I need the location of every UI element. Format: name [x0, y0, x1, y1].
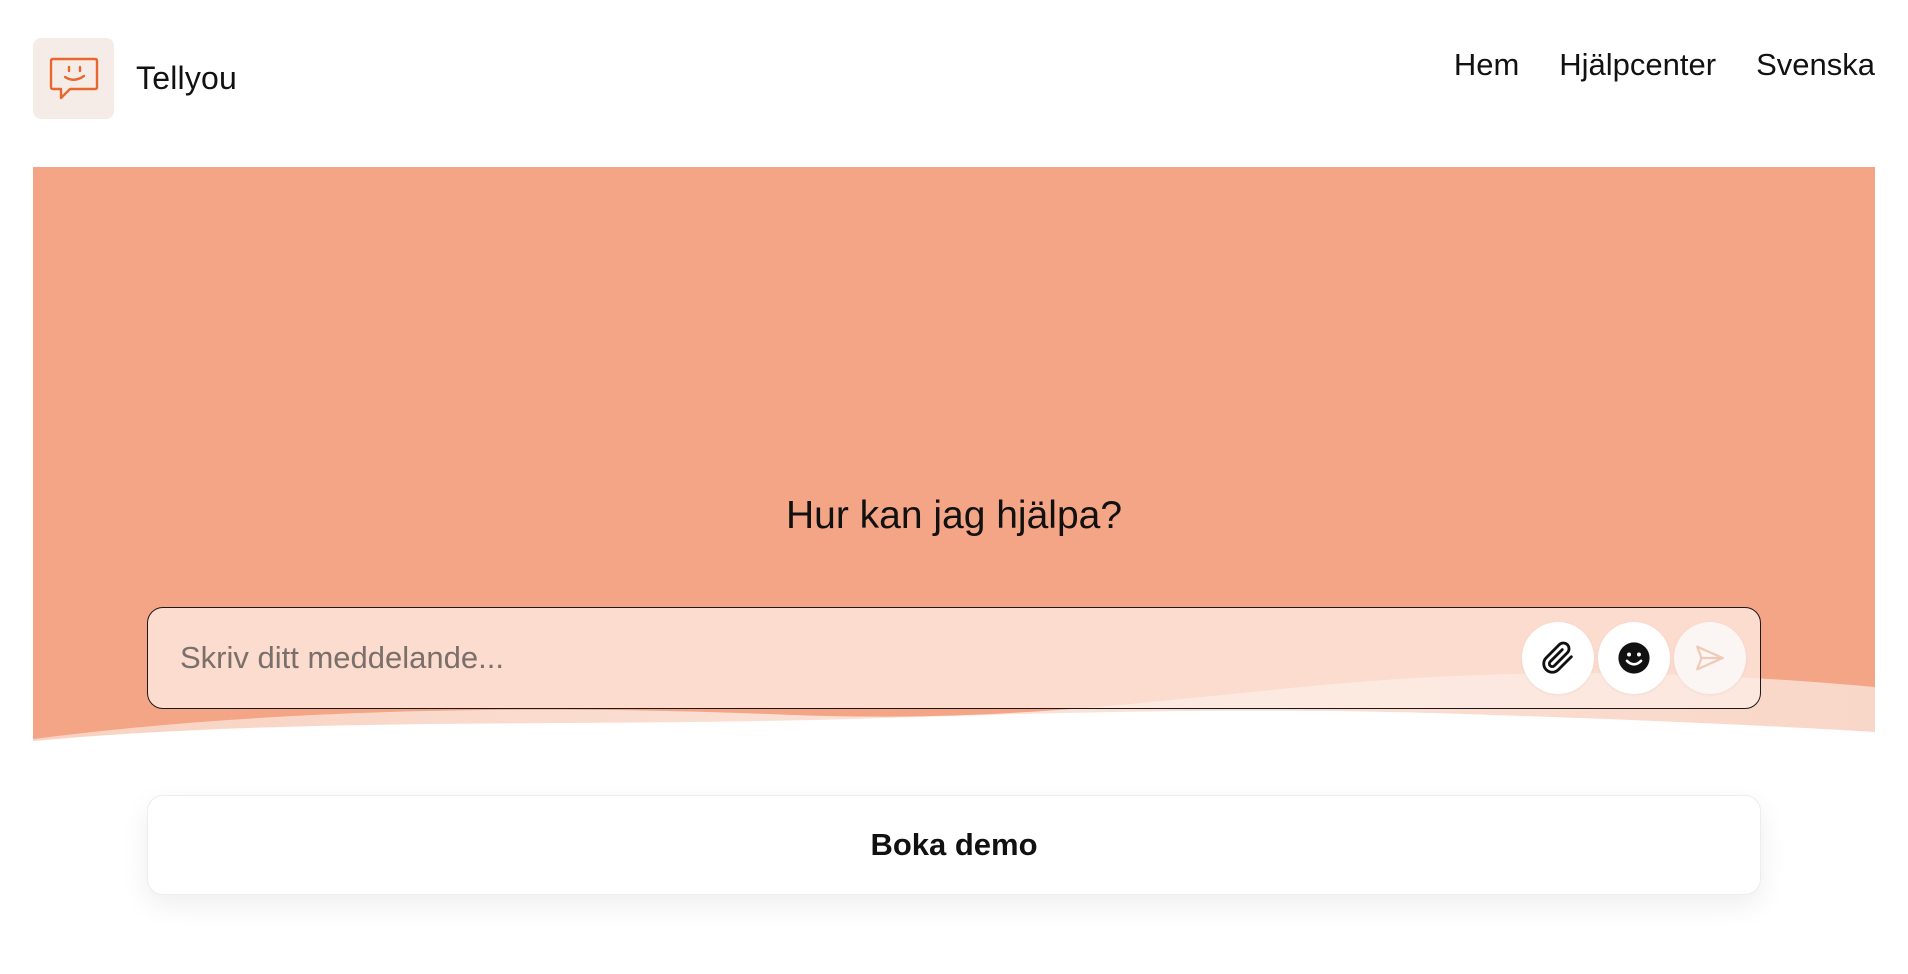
- paperclip-icon: [1542, 641, 1573, 674]
- send-button[interactable]: [1674, 622, 1746, 694]
- chat-composer: [147, 607, 1761, 709]
- smiley-icon: [1618, 642, 1650, 674]
- brand-name: Tellyou: [136, 60, 238, 96]
- brand[interactable]: Tellyou: [33, 38, 237, 119]
- book-demo-button[interactable]: Boka demo: [147, 795, 1761, 895]
- nav-item-hjalpcenter[interactable]: Hjälpcenter: [1559, 47, 1716, 83]
- chat-bubble-smile-icon: [49, 57, 98, 99]
- attach-button[interactable]: [1522, 622, 1594, 694]
- hero-title: Hur kan jag hjälpa?: [785, 494, 1123, 537]
- emoji-button[interactable]: [1598, 622, 1670, 694]
- logo[interactable]: [33, 38, 114, 119]
- page: Tellyou Hem Hjälpcenter Svenska Hur kan …: [0, 0, 1908, 974]
- nav-item-hem[interactable]: Hem: [1454, 47, 1519, 83]
- nav-item-language[interactable]: Svenska: [1756, 47, 1875, 83]
- message-input[interactable]: [148, 608, 1522, 708]
- header: Tellyou Hem Hjälpcenter Svenska: [33, 38, 1875, 119]
- top-nav: Hem Hjälpcenter Svenska: [1454, 47, 1875, 83]
- composer-actions: [1522, 622, 1746, 694]
- send-icon: [1696, 645, 1724, 671]
